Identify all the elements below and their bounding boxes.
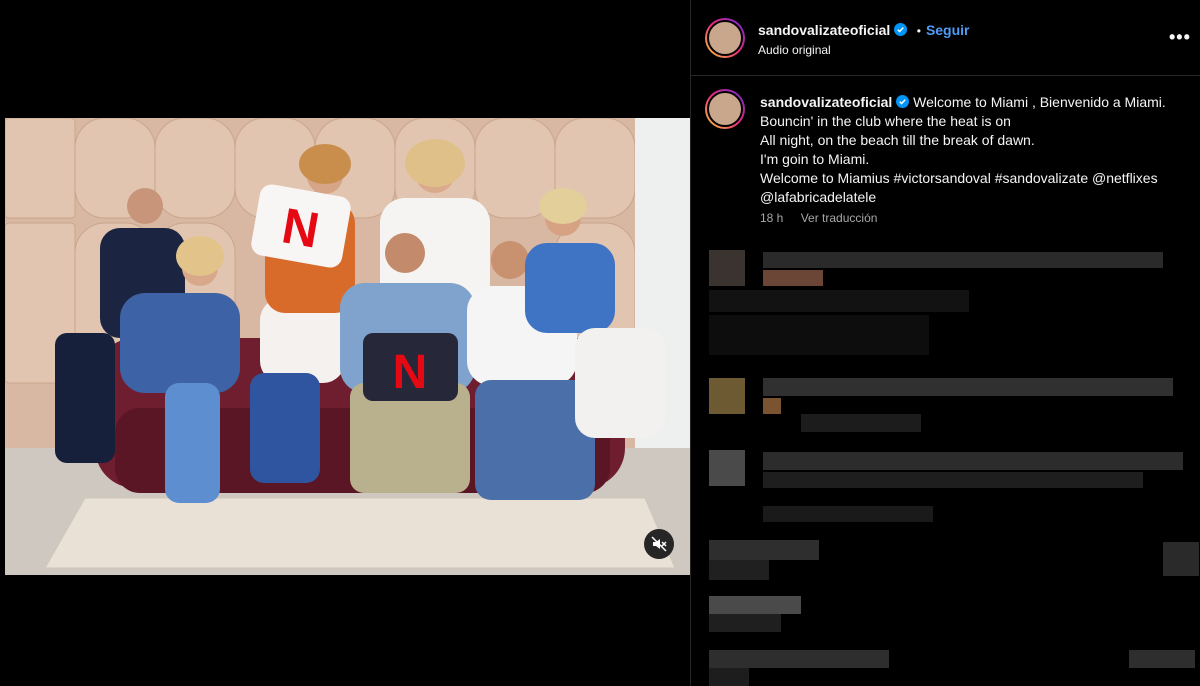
caption-line: @lafabricadelatele bbox=[760, 189, 877, 205]
caption-meta: 18 h Ver traducción bbox=[760, 211, 891, 225]
caption: sandovalizateoficial Welcome to Miami , … bbox=[760, 93, 1185, 207]
more-options-icon[interactable]: ••• bbox=[1169, 27, 1191, 48]
verified-badge-icon bbox=[894, 23, 908, 36]
blurred-comment bbox=[763, 452, 1183, 470]
caption-line: All night, on the beach till the break o… bbox=[760, 132, 1035, 148]
blurred-comment bbox=[709, 378, 745, 414]
username-link[interactable]: sandovalizateoficial bbox=[758, 22, 890, 38]
blurred-comment bbox=[709, 614, 781, 632]
follow-button[interactable]: Seguir bbox=[926, 22, 970, 38]
blurred-comment bbox=[1163, 542, 1199, 576]
caption-line: I'm goin to Miami. bbox=[760, 151, 870, 167]
blurred-comment bbox=[709, 290, 969, 312]
blurred-comment bbox=[763, 252, 1163, 268]
blurred-comment bbox=[709, 450, 745, 486]
header-user-row: sandovalizateoficial • Seguir bbox=[758, 22, 970, 40]
caption-avatar[interactable] bbox=[705, 89, 745, 129]
blurred-comment bbox=[763, 270, 823, 286]
timestamp: 18 h bbox=[760, 211, 784, 225]
blurred-comment bbox=[709, 315, 929, 355]
blurred-comment bbox=[709, 540, 819, 560]
blurred-comment bbox=[763, 378, 1173, 396]
audio-link[interactable]: Audio original bbox=[758, 43, 831, 57]
post-sidebar: sandovalizateoficial • Seguir Audio origi… bbox=[690, 0, 1200, 686]
translate-button[interactable]: Ver traducción bbox=[801, 211, 878, 225]
blurred-comment bbox=[709, 250, 745, 286]
post-header: sandovalizateoficial • Seguir Audio origi… bbox=[691, 0, 1200, 76]
separator-dot: • bbox=[916, 24, 921, 38]
blurred-comment bbox=[709, 560, 769, 580]
caption-username[interactable]: sandovalizateoficial bbox=[760, 94, 892, 110]
speaker-muted-icon bbox=[651, 536, 667, 552]
blurred-comment bbox=[709, 650, 889, 668]
blurred-comment bbox=[763, 398, 781, 414]
blurred-comment bbox=[763, 472, 1143, 488]
post-photo[interactable]: N N bbox=[5, 118, 690, 575]
blurred-comment bbox=[1129, 650, 1195, 668]
avatar[interactable] bbox=[705, 18, 745, 58]
caption-line: Bouncin' in the club where the heat is o… bbox=[760, 113, 1011, 129]
blurred-comment bbox=[801, 414, 921, 432]
blurred-comment bbox=[763, 506, 933, 522]
blurred-comment bbox=[709, 668, 749, 686]
photo-illustration: N N bbox=[5, 118, 690, 575]
media-pane: N N bbox=[0, 0, 690, 686]
blurred-comment bbox=[709, 596, 801, 614]
caption-line: Welcome to Miamius #victorsandoval #sand… bbox=[760, 170, 1158, 186]
pillow-letter-2: N bbox=[393, 346, 428, 399]
caption-line: Welcome to Miami , Bienvenido a Miami. bbox=[913, 94, 1166, 110]
verified-badge-icon bbox=[896, 95, 910, 108]
mute-button[interactable] bbox=[644, 529, 674, 559]
